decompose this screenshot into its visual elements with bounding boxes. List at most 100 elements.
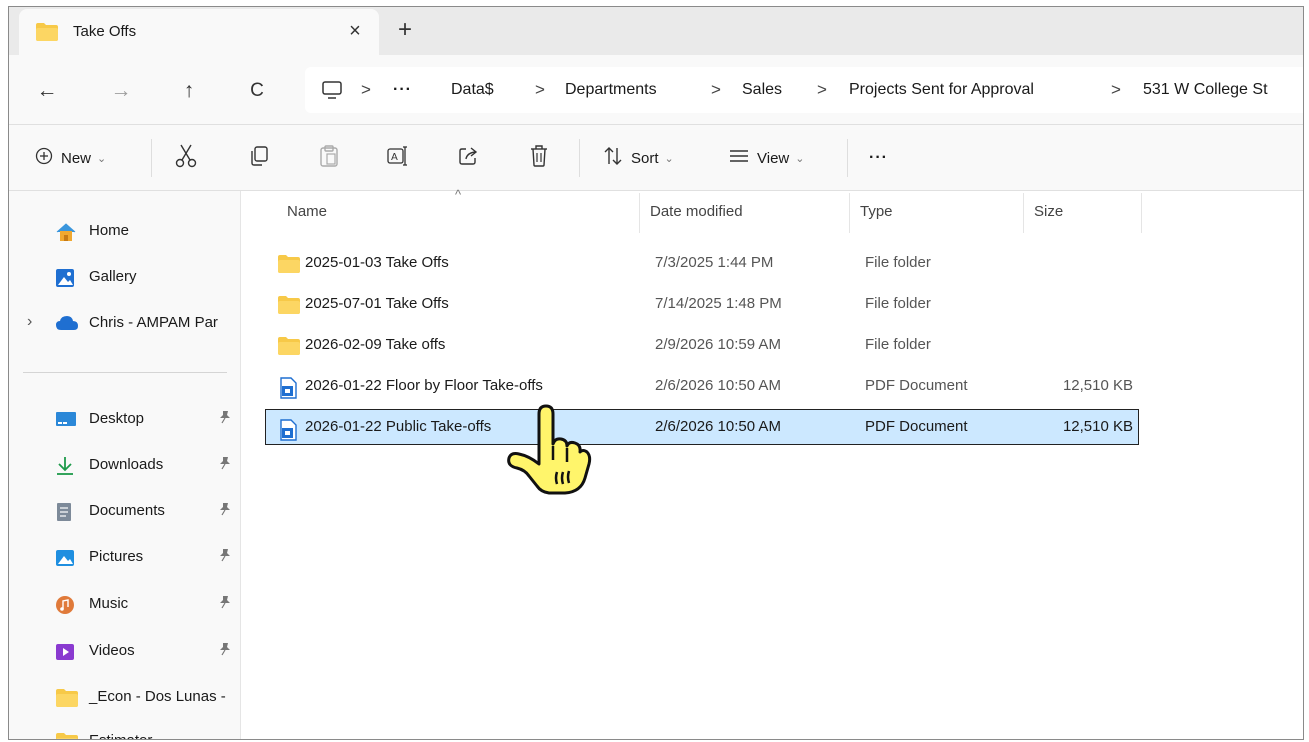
file-size: 12,510 KB <box>1062 418 1133 435</box>
view-button[interactable]: View ⌄ <box>729 143 804 173</box>
up-button[interactable]: ↑ <box>173 75 205 107</box>
more-options-button[interactable]: ··· <box>869 143 888 173</box>
paste-button[interactable] <box>319 143 339 173</box>
breadcrumb-data[interactable]: Data$ <box>451 81 494 99</box>
file-date: 2/6/2026 10:50 AM <box>655 377 781 394</box>
file-row-selected[interactable]: 2026-01-22 Public Take-offs 2/6/2026 10:… <box>265 409 1139 445</box>
pin-icon[interactable] <box>219 456 231 473</box>
column-divider[interactable] <box>849 193 850 233</box>
paste-icon <box>319 144 339 172</box>
sidebar-item-desktop[interactable]: Desktop <box>9 401 240 437</box>
breadcrumb-sales[interactable]: Sales <box>742 81 782 99</box>
sidebar-item-onedrive[interactable]: › Chris - AMPAM Par <box>9 305 240 341</box>
pin-icon[interactable] <box>219 502 231 519</box>
sidebar-item-label: Documents <box>89 502 165 519</box>
forward-button[interactable]: → <box>105 75 137 107</box>
this-pc-icon[interactable] <box>321 80 343 104</box>
command-bar: New ⌄ A Sort ⌄ View ⌄ ··· <box>9 125 1303 191</box>
file-row[interactable]: 2025-01-03 Take Offs 7/3/2025 1:44 PM Fi… <box>265 245 1139 281</box>
sidebar-item-econ-dos-lunas[interactable]: _Econ - Dos Lunas - <box>9 679 240 715</box>
breadcrumb-separator: > <box>711 80 721 99</box>
folder-icon <box>55 732 78 739</box>
pin-icon[interactable] <box>219 410 231 427</box>
sort-button[interactable]: Sort ⌄ <box>603 143 674 173</box>
breadcrumb-separator: > <box>535 80 545 99</box>
divider <box>579 139 580 177</box>
file-date: 7/3/2025 1:44 PM <box>655 254 774 271</box>
breadcrumb-overflow[interactable]: ··· <box>393 81 412 99</box>
sidebar-item-videos[interactable]: Videos <box>9 633 240 669</box>
pin-icon[interactable] <box>219 642 231 659</box>
music-icon <box>55 595 75 614</box>
delete-button[interactable] <box>529 143 549 173</box>
back-button[interactable]: ← <box>31 75 63 107</box>
sidebar-item-label: Videos <box>89 642 135 659</box>
sidebar-item-gallery[interactable]: Gallery <box>9 259 240 295</box>
column-divider[interactable] <box>1023 193 1024 233</box>
sidebar-item-home[interactable]: Home <box>9 213 240 249</box>
file-name: 2026-01-22 Public Take-offs <box>305 418 492 435</box>
sidebar-item-label: Desktop <box>89 410 145 427</box>
file-type: File folder <box>865 254 931 271</box>
share-button[interactable] <box>457 143 479 173</box>
folder-icon <box>35 22 59 46</box>
pin-icon[interactable] <box>219 548 231 565</box>
sidebar-item-label: Estimator <box>89 732 152 739</box>
chevron-right-icon[interactable]: › <box>27 313 32 331</box>
tab-take-offs[interactable]: Take Offs × <box>19 9 379 55</box>
sort-ascending-icon: ^ <box>455 187 462 202</box>
copy-icon <box>249 145 269 171</box>
refresh-button[interactable]: C <box>241 75 273 107</box>
cloud-icon <box>55 314 78 332</box>
new-tab-button[interactable]: + <box>391 17 419 45</box>
desktop-icon <box>55 410 76 428</box>
new-button[interactable]: New ⌄ <box>35 143 106 173</box>
file-row[interactable]: 2026-02-09 Take offs 2/9/2026 10:59 AM F… <box>265 327 1139 363</box>
sidebar-item-label: _Econ - Dos Lunas - <box>89 688 226 705</box>
sidebar-item-pictures[interactable]: Pictures <box>9 539 240 575</box>
breadcrumb-separator: > <box>817 80 827 99</box>
file-type: PDF Document <box>865 418 968 435</box>
column-header-name[interactable]: Name <box>287 203 327 220</box>
scissors-icon <box>175 143 197 173</box>
folder-icon <box>277 254 301 278</box>
file-list: ^ Name Date modified Type Size 2025-01-0… <box>241 187 1303 739</box>
videos-icon <box>55 642 75 660</box>
column-header-date-modified[interactable]: Date modified <box>650 203 743 220</box>
column-header-size[interactable]: Size <box>1034 203 1063 220</box>
pin-icon[interactable] <box>219 595 231 612</box>
folder-icon <box>55 688 78 707</box>
column-header-type[interactable]: Type <box>860 203 893 220</box>
breadcrumb-separator: > <box>361 80 371 99</box>
sidebar-item-documents[interactable]: Documents <box>9 493 240 529</box>
close-tab-icon[interactable]: × <box>341 17 369 45</box>
sidebar-item-music[interactable]: Music <box>9 586 240 622</box>
file-type: File folder <box>865 336 931 353</box>
tab-bar: Take Offs × + <box>9 7 1303 55</box>
file-type: File folder <box>865 295 931 312</box>
column-divider[interactable] <box>639 193 640 233</box>
breadcrumb-531-w-college-st[interactable]: 531 W College St <box>1143 81 1268 99</box>
document-icon <box>55 502 75 521</box>
copy-button[interactable] <box>249 143 269 173</box>
file-name: 2025-07-01 Take Offs <box>305 295 449 312</box>
breadcrumb-projects-sent-for-approval[interactable]: Projects Sent for Approval <box>849 81 1034 99</box>
rename-button[interactable]: A <box>387 143 409 173</box>
file-name: 2025-01-03 Take Offs <box>305 254 449 271</box>
address-bar[interactable]: > ··· Data$ > Departments > Sales > Proj… <box>305 67 1303 113</box>
cut-button[interactable] <box>175 143 197 173</box>
sidebar-item-downloads[interactable]: Downloads <box>9 447 240 483</box>
pictures-icon <box>55 548 75 566</box>
sidebar-item-label: Home <box>89 222 130 239</box>
sidebar-item-label: Pictures <box>89 548 144 565</box>
chevron-down-icon: ⌄ <box>795 152 805 165</box>
column-divider[interactable] <box>1141 193 1142 233</box>
file-row[interactable]: 2026-01-22 Floor by Floor Take-offs 2/6/… <box>265 368 1139 404</box>
folder-icon <box>277 295 301 319</box>
file-row[interactable]: 2025-07-01 Take Offs 7/14/2025 1:48 PM F… <box>265 286 1139 322</box>
divider <box>151 139 152 177</box>
divider <box>847 139 848 177</box>
sidebar-item-estimator[interactable]: Estimator <box>9 723 240 739</box>
breadcrumb-departments[interactable]: Departments <box>565 81 657 99</box>
file-date: 2/9/2026 10:59 AM <box>655 336 781 353</box>
